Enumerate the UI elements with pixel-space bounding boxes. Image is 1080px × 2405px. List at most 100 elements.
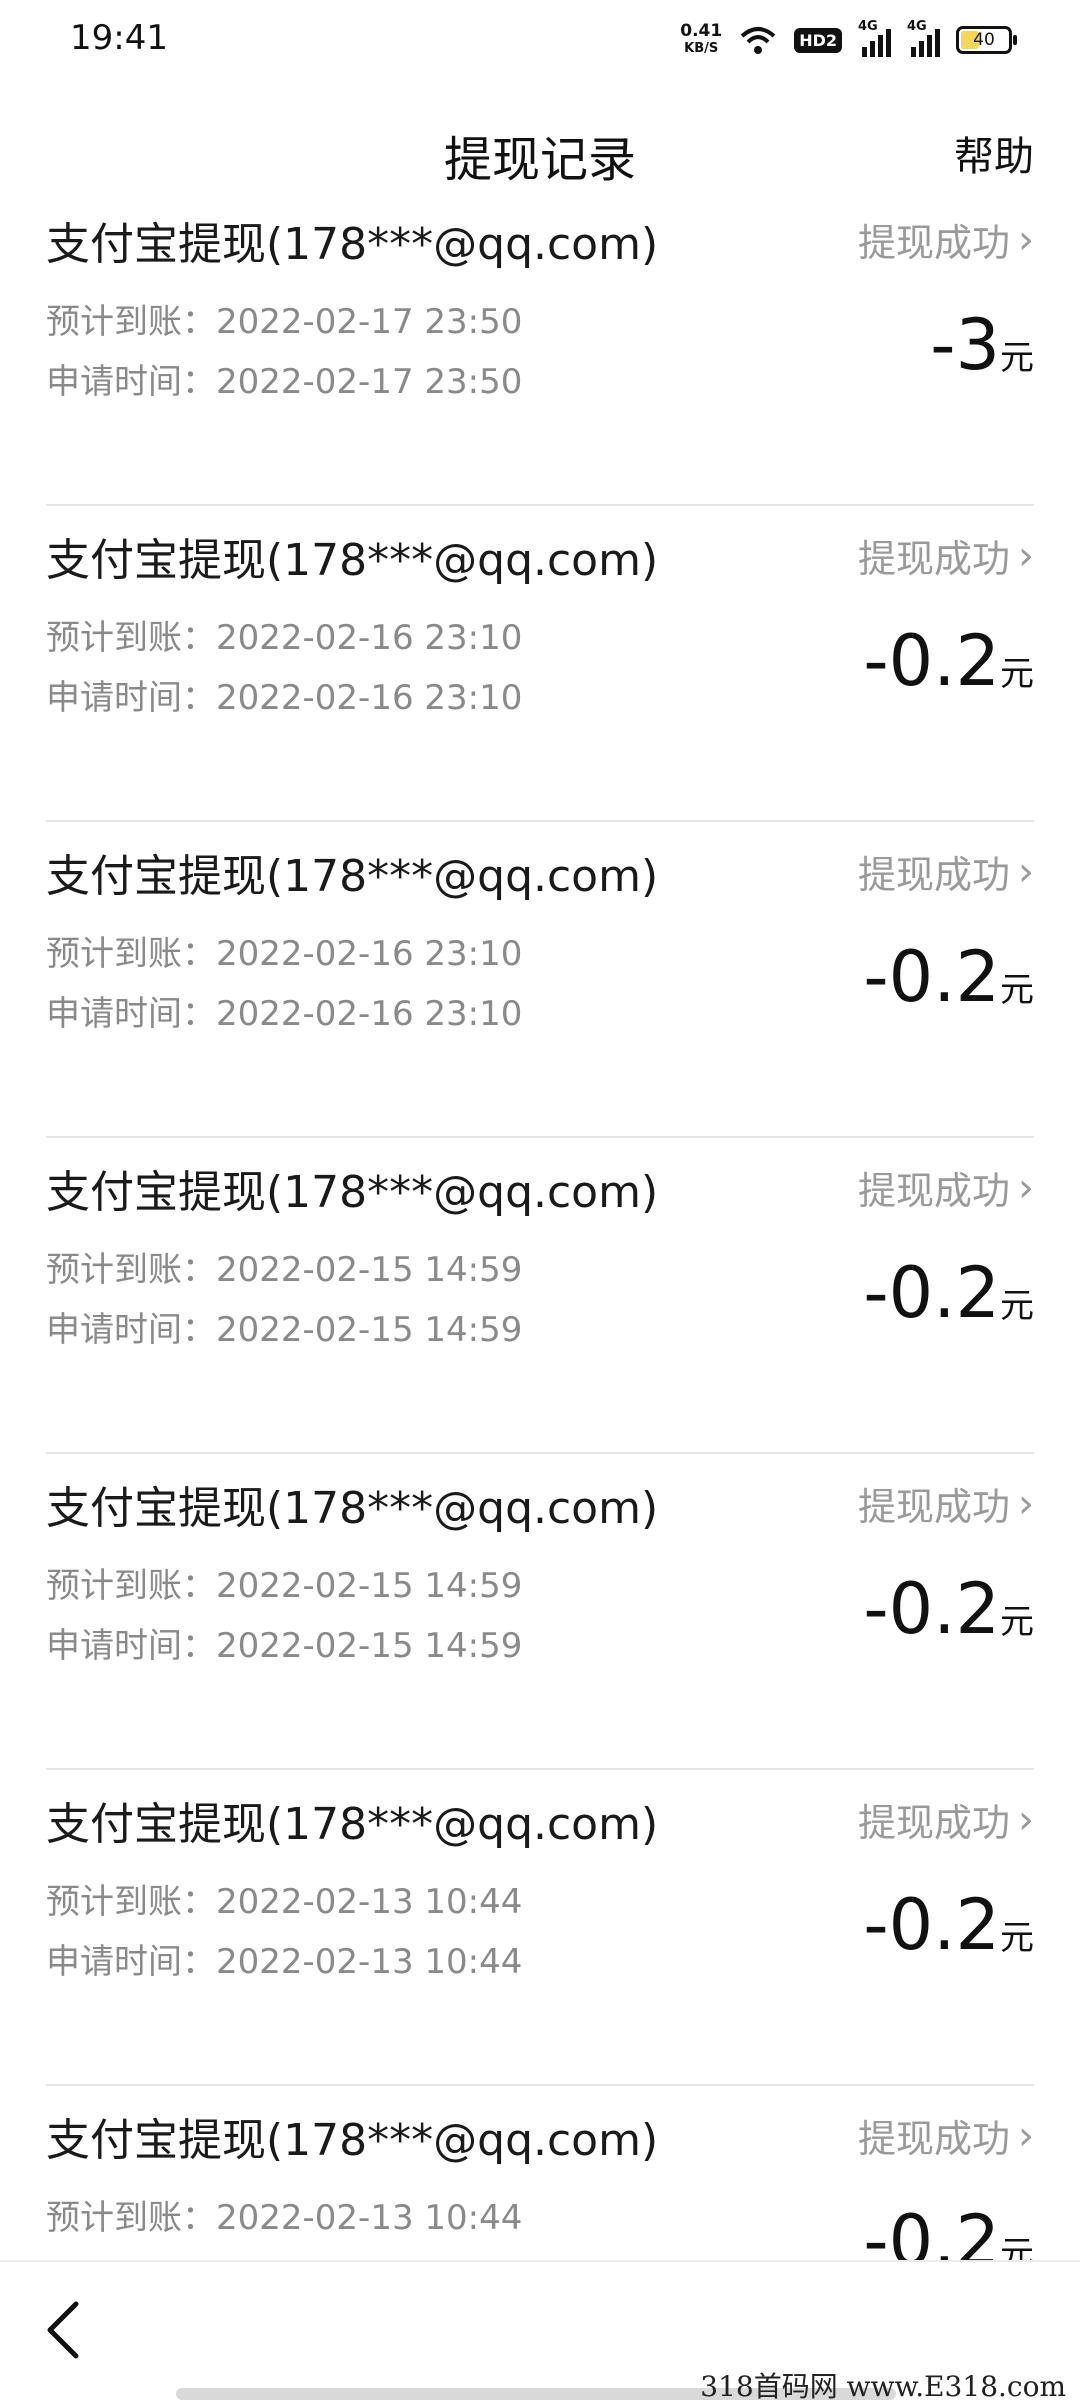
expected-arrival-time: 2022-02-17 23:50 (216, 302, 523, 342)
expected-arrival-time: 2022-02-16 23:10 (216, 618, 523, 658)
application-time: 申请时间：2022-02-15 14:59 (46, 1618, 522, 1667)
status-bar: 19:41 0.41 KB/S HD2 4G 4G 40 (0, 0, 1080, 80)
record-status-link[interactable]: 提现成功 › (858, 2108, 1034, 2163)
currency-unit: 元 (1000, 2234, 1034, 2260)
application-time-value: 2022-02-17 23:50 (216, 362, 523, 402)
status-time: 19:41 (70, 18, 168, 58)
network-speed-value: 0.41 (680, 21, 723, 41)
record-status: 提现成功 (857, 1169, 1010, 1213)
top-nav-bar: 提现记录 帮助 (0, 80, 1080, 210)
currency-unit: 元 (1000, 1602, 1034, 1642)
record-amount: -0.2元 (863, 620, 1034, 702)
currency-unit: 元 (1000, 1918, 1034, 1958)
expected-arrival-label: 预计到账： (46, 934, 216, 974)
signal-label: 4G (858, 19, 878, 34)
application-time-label: 申请时间： (46, 362, 216, 402)
battery-level: 40 (973, 30, 995, 50)
withdrawal-record-row[interactable]: 支付宝提现(178***@qq.com) 提现成功 › 预计到账：2022-02… (46, 2086, 1034, 2261)
expected-arrival: 预计到账：2022-02-17 23:50 (46, 294, 522, 343)
record-status: 提现成功 (857, 221, 1010, 265)
chevron-right-icon: › (1018, 1480, 1034, 1527)
currency-unit: 元 (1000, 654, 1034, 694)
battery-icon: 40 (956, 26, 1017, 54)
expected-arrival: 预计到账：2022-02-15 14:59 (46, 1558, 522, 1607)
help-button[interactable]: 帮助 (954, 124, 1034, 182)
status-icons: 0.41 KB/S HD2 4G 4G 40 (680, 16, 1017, 64)
expected-arrival: 预计到账：2022-02-16 23:10 (46, 610, 522, 659)
amount-value: -0.2 (863, 1568, 1000, 1650)
amount-value: -0.2 (863, 620, 1000, 702)
withdrawal-record-row[interactable]: 支付宝提现(178***@qq.com) 提现成功 › 预计到账：2022-02… (46, 506, 1034, 822)
record-amount: -0.2元 (863, 936, 1034, 1018)
expected-arrival-label: 预计到账： (46, 1882, 216, 1922)
chevron-right-icon: › (1018, 216, 1034, 263)
record-title: 支付宝提现(178***@qq.com) (46, 1167, 659, 1218)
expected-arrival-label: 预计到账： (46, 1250, 216, 1290)
application-time: 申请时间：2022-02-13 10:44 (46, 1934, 522, 1983)
application-time-label: 申请时间： (46, 994, 216, 1034)
amount-value: -0.2 (863, 2200, 1000, 2260)
chevron-left-icon[interactable] (42, 2298, 82, 2362)
record-amount: -3元 (930, 304, 1034, 386)
currency-unit: 元 (1000, 338, 1034, 378)
amount-value: -0.2 (863, 936, 1000, 1018)
withdrawal-record-row[interactable]: 支付宝提现(178***@qq.com) 提现成功 › 预计到账：2022-02… (46, 190, 1034, 506)
network-speed: 0.41 KB/S (680, 23, 722, 57)
application-time-value: 2022-02-15 14:59 (216, 1310, 523, 1350)
expected-arrival-time: 2022-02-13 10:44 (216, 2198, 523, 2238)
record-title: 支付宝提现(178***@qq.com) (46, 851, 659, 902)
record-status-link[interactable]: 提现成功 › (858, 1476, 1034, 1531)
record-status: 提现成功 (857, 2117, 1010, 2161)
record-status: 提现成功 (857, 1801, 1010, 1845)
application-time: 申请时间：2022-02-15 14:59 (46, 1302, 522, 1351)
record-title: 支付宝提现(178***@qq.com) (46, 219, 659, 270)
expected-arrival: 预计到账：2022-02-13 10:44 (46, 2190, 522, 2239)
expected-arrival-time: 2022-02-16 23:10 (216, 934, 523, 974)
record-amount: -0.2元 (863, 2200, 1034, 2260)
withdrawal-record-list[interactable]: 支付宝提现(178***@qq.com) 提现成功 › 预计到账：2022-02… (0, 0, 1080, 2260)
record-status-link[interactable]: 提现成功 › (858, 528, 1034, 583)
watermark-text: 318首码网 www.E318.com (700, 2370, 1066, 2403)
hd-badge: HD2 (794, 27, 842, 53)
signal-icon-2: 4G (907, 19, 940, 57)
application-time-label: 申请时间： (46, 678, 216, 718)
page-title: 提现记录 (443, 132, 636, 188)
application-time: 申请时间：2022-02-16 23:10 (46, 986, 522, 1035)
network-speed-unit: KB/S (684, 41, 719, 56)
application-time-label: 申请时间： (46, 1942, 216, 1982)
application-time-value: 2022-02-15 14:59 (216, 1626, 523, 1666)
application-time-label: 申请时间： (46, 1626, 216, 1666)
withdrawal-record-row[interactable]: 支付宝提现(178***@qq.com) 提现成功 › 预计到账：2022-02… (46, 1770, 1034, 2086)
application-time-value: 2022-02-13 10:44 (216, 1942, 523, 1982)
expected-arrival-label: 预计到账： (46, 302, 216, 342)
record-status-link[interactable]: 提现成功 › (858, 1792, 1034, 1847)
application-time: 申请时间：2022-02-17 23:50 (46, 354, 522, 403)
chevron-right-icon: › (1018, 1164, 1034, 1211)
record-status-link[interactable]: 提现成功 › (858, 844, 1034, 899)
amount-value: -0.2 (863, 1252, 1000, 1334)
expected-arrival-label: 预计到账： (46, 618, 216, 658)
withdrawal-record-row[interactable]: 支付宝提现(178***@qq.com) 提现成功 › 预计到账：2022-02… (46, 1138, 1034, 1454)
application-time-value: 2022-02-16 23:10 (216, 994, 523, 1034)
record-status: 提现成功 (857, 1485, 1010, 1529)
expected-arrival-time: 2022-02-15 14:59 (216, 1250, 523, 1290)
application-time-label: 申请时间： (46, 1310, 216, 1350)
chevron-right-icon: › (1018, 1796, 1034, 1843)
wifi-icon (740, 27, 776, 54)
expected-arrival: 预计到账：2022-02-16 23:10 (46, 926, 522, 975)
application-time: 申请时间：2022-02-16 23:10 (46, 670, 522, 719)
record-status: 提现成功 (857, 537, 1010, 581)
record-status-link[interactable]: 提现成功 › (858, 212, 1034, 267)
record-amount: -0.2元 (863, 1568, 1034, 1650)
amount-value: -0.2 (863, 1884, 1000, 1966)
expected-arrival-label: 预计到账： (46, 2198, 216, 2238)
currency-unit: 元 (1000, 1286, 1034, 1326)
record-title: 支付宝提现(178***@qq.com) (46, 2115, 659, 2166)
record-status-link[interactable]: 提现成功 › (858, 1160, 1034, 1215)
expected-arrival-time: 2022-02-13 10:44 (216, 1882, 523, 1922)
withdrawal-record-row[interactable]: 支付宝提现(178***@qq.com) 提现成功 › 预计到账：2022-02… (46, 822, 1034, 1138)
record-title: 支付宝提现(178***@qq.com) (46, 1483, 659, 1534)
expected-arrival: 预计到账：2022-02-13 10:44 (46, 1874, 522, 1923)
withdrawal-record-row[interactable]: 支付宝提现(178***@qq.com) 提现成功 › 预计到账：2022-02… (46, 1454, 1034, 1770)
record-status: 提现成功 (857, 853, 1010, 897)
